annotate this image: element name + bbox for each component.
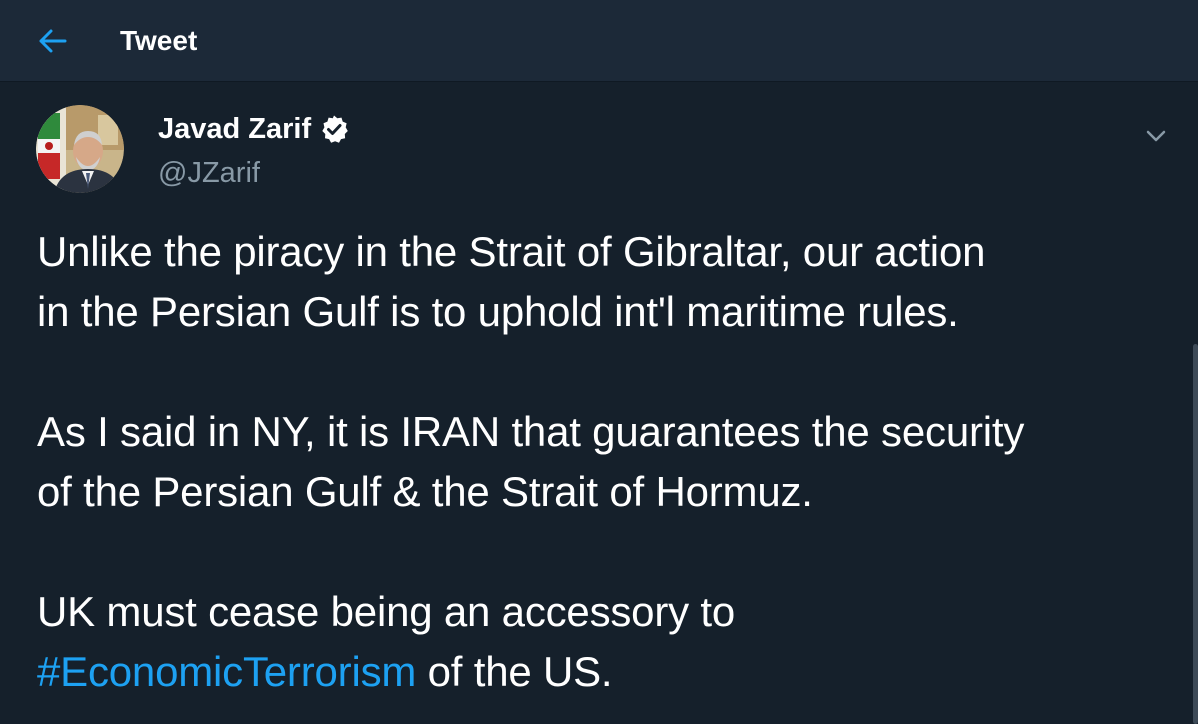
hashtag-link[interactable]: #EconomicTerrorism [37, 648, 416, 695]
tweet-menu-button[interactable] [1138, 118, 1174, 154]
tweet-line: Unlike the piracy in the Strait of Gibra… [37, 228, 986, 275]
arrow-left-icon [39, 29, 67, 53]
back-button[interactable] [30, 20, 76, 62]
tweet-line-with-hashtag: #EconomicTerrorism of the US. [37, 642, 1187, 702]
author-name[interactable]: Javad Zarif [158, 110, 311, 148]
chevron-down-icon [1146, 130, 1166, 142]
tweet-line: of the Persian Gulf & the Strait of Horm… [37, 468, 813, 515]
author-handle[interactable]: @JZarif [158, 153, 260, 193]
page-title: Tweet [120, 25, 198, 56]
verified-badge-icon [319, 114, 349, 144]
avatar[interactable] [36, 105, 124, 193]
scrollbar[interactable] [1193, 82, 1198, 724]
tweet-text: Unlike the piracy in the Strait of Gibra… [37, 222, 1187, 702]
author-name-row[interactable]: Javad Zarif [158, 110, 349, 148]
tweet-line-rest: of the US. [416, 648, 613, 695]
tweet-line: in the Persian Gulf is to uphold int'l m… [37, 288, 959, 335]
top-bar: Tweet [0, 0, 1198, 82]
scrollbar-thumb[interactable] [1193, 344, 1198, 724]
tweet-line: As I said in NY, it is IRAN that guarant… [37, 408, 1025, 455]
tweet-line: UK must cease being an accessory to [37, 588, 736, 635]
profile-photo [36, 105, 124, 193]
